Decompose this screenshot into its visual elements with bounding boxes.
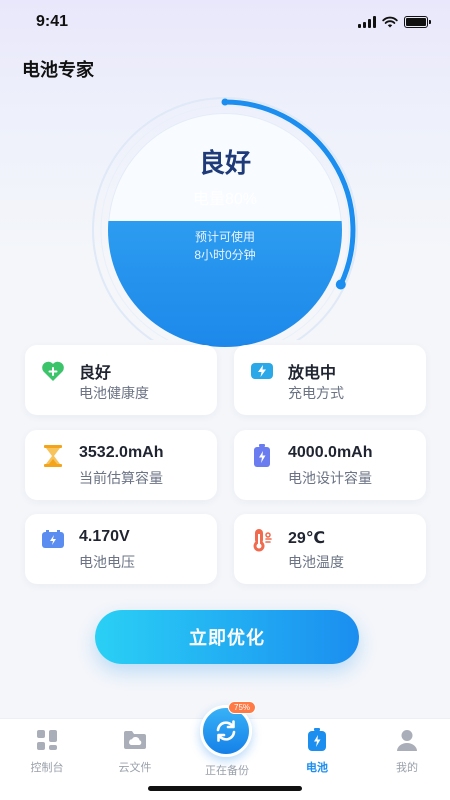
- card-battery-temperature: 29℃ 电池温度: [234, 514, 426, 584]
- card-battery-voltage: 4.170V 电池电压: [25, 514, 217, 584]
- estimate-time: 8小时0分钟: [194, 248, 256, 262]
- screen: 9:41 电池专家 良好 电量80% 预计可使用 8小时0分钟 良好 电池健康度…: [0, 0, 450, 800]
- card-label: 电池温度: [288, 554, 344, 570]
- card-label: 电池健康度: [79, 385, 149, 401]
- card-battery-health: 良好 电池健康度: [25, 345, 217, 415]
- card-label: 充电方式: [288, 385, 344, 401]
- optimize-button[interactable]: 立即优化: [95, 610, 359, 664]
- signal-icon: [358, 16, 376, 28]
- battery-gauge: 良好 电量80% 预计可使用 8小时0分钟: [80, 90, 370, 347]
- card-label: 当前估算容量: [79, 470, 163, 486]
- battery-level-ball: 良好 电量80% 预计可使用 8小时0分钟: [108, 113, 342, 347]
- card-value: 放电中: [288, 365, 337, 382]
- thermometer-icon: [250, 528, 274, 552]
- card-design-capacity: 4000.0mAh 电池设计容量: [234, 430, 426, 500]
- gauge-start-dot: [221, 98, 229, 106]
- battery-icon: [282, 727, 352, 753]
- user-icon: [372, 727, 442, 753]
- battery-level: 电量80%: [192, 191, 258, 208]
- card-value: 4000.0mAh: [288, 444, 373, 461]
- estimate-label: 预计可使用: [194, 230, 255, 244]
- status-bar: 9:41: [0, 0, 450, 44]
- card-value: 良好: [79, 365, 112, 382]
- voltage-icon: [41, 528, 65, 552]
- status-battery-icon: [404, 16, 431, 28]
- lightning-icon: [250, 359, 274, 383]
- card-value: 4.170V: [79, 528, 130, 545]
- tab-battery[interactable]: 电池: [282, 727, 352, 775]
- dashboard-icon: [12, 727, 82, 753]
- card-estimated-capacity: 3532.0mAh 当前估算容量: [25, 430, 217, 500]
- tab-label: 我的: [396, 762, 418, 774]
- card-charge-mode: 放电中 充电方式: [234, 345, 426, 415]
- card-value: 29℃: [288, 530, 326, 547]
- tab-cloud-files[interactable]: 云文件: [100, 727, 170, 775]
- wifi-icon: [382, 16, 398, 28]
- battery-charge-icon: [250, 444, 274, 468]
- tab-dashboard[interactable]: 控制台: [12, 727, 82, 775]
- status-icons: [358, 16, 431, 28]
- tab-label: 云文件: [118, 762, 152, 774]
- page-title: 电池专家: [22, 60, 94, 80]
- tab-profile[interactable]: 我的: [372, 727, 442, 775]
- card-value: 3532.0mAh: [79, 444, 164, 461]
- heart-icon: [41, 359, 65, 383]
- backup-progress-badge: 75%: [228, 701, 257, 714]
- battery-status: 良好: [198, 148, 251, 178]
- tab-label: 正在备份: [205, 765, 249, 777]
- tab-backup[interactable]: 75% 正在备份: [200, 701, 257, 778]
- hourglass-icon: [41, 444, 65, 468]
- status-time: 9:41: [36, 13, 69, 30]
- cloud-folder-icon: [100, 727, 170, 753]
- home-indicator: [148, 786, 302, 791]
- tab-label: 控制台: [30, 762, 64, 774]
- tab-label: 电池: [306, 762, 328, 774]
- card-label: 电池设计容量: [288, 470, 372, 486]
- card-label: 电池电压: [79, 554, 135, 570]
